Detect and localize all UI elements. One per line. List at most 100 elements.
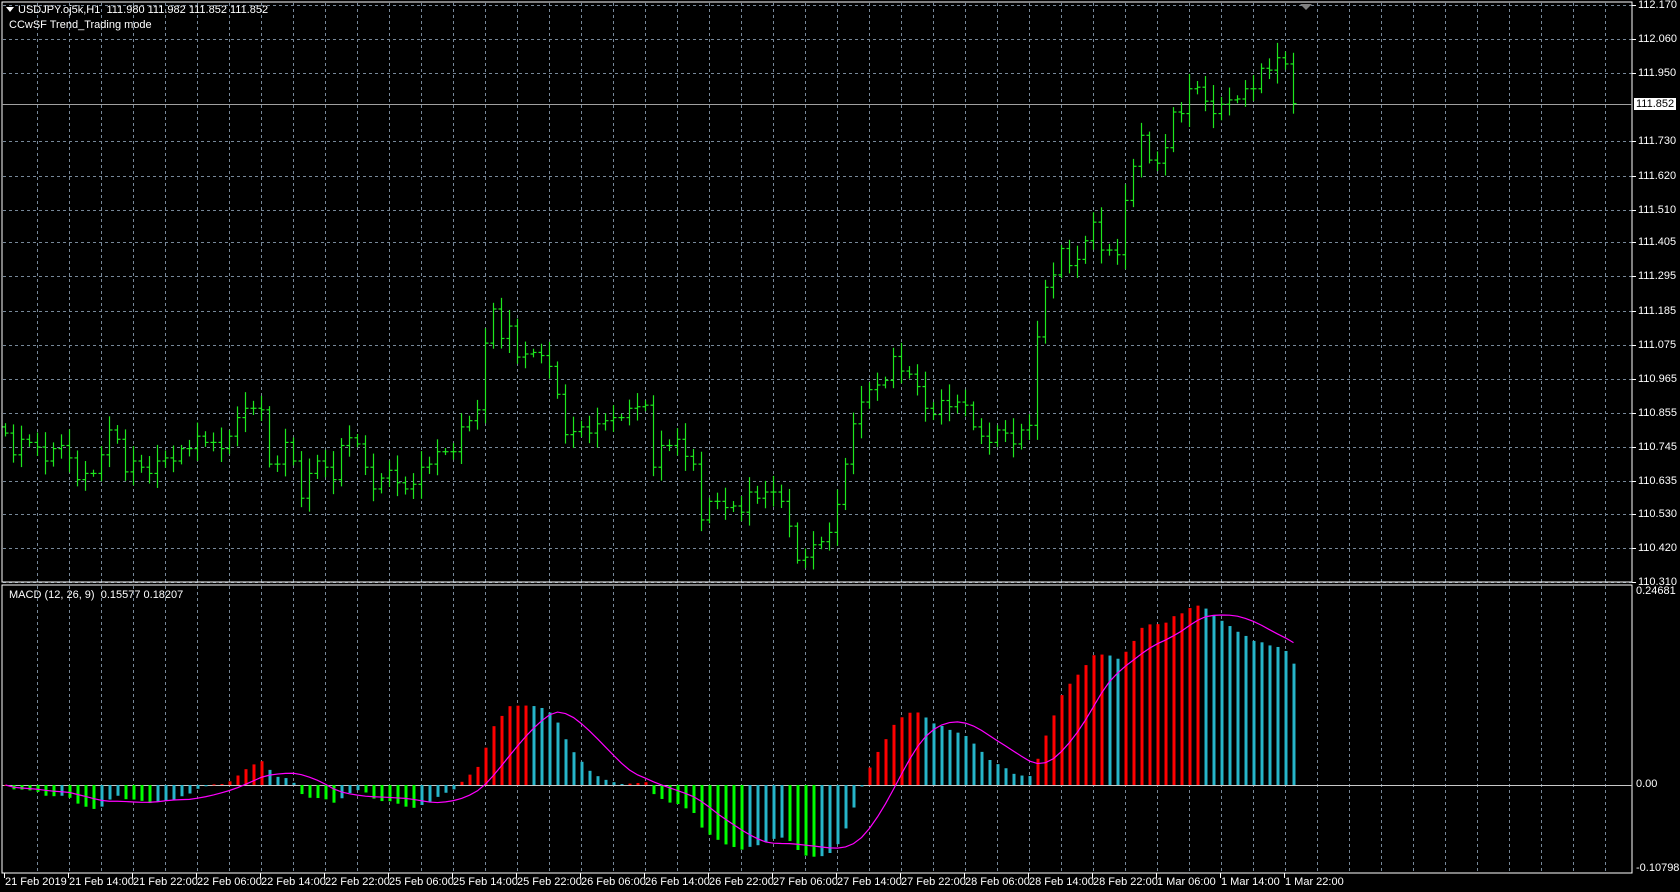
price-bar xyxy=(338,438,345,487)
price-bar xyxy=(938,389,945,425)
price-bar xyxy=(1162,134,1169,176)
macd-histogram-bar xyxy=(228,781,232,785)
price-tick-label: 110.965 xyxy=(1638,372,1677,385)
macd-histogram-bar xyxy=(1092,655,1096,785)
macd-histogram-bar xyxy=(580,761,584,785)
macd-histogram-bar xyxy=(716,785,720,840)
macd-histogram-bar xyxy=(292,782,296,785)
macd-histogram-bar xyxy=(1044,735,1048,785)
macd-histogram-bar xyxy=(204,785,208,787)
macd-histogram-bar xyxy=(628,783,632,785)
price-bar xyxy=(1274,42,1281,84)
macd-histogram-bar xyxy=(788,785,792,842)
time-tick-label: 22 Feb 14:00 xyxy=(261,876,326,888)
macd-histogram-bar xyxy=(396,785,400,804)
price-bar xyxy=(330,451,337,495)
price-bar xyxy=(906,366,913,379)
macd-histogram-bar xyxy=(756,785,760,846)
macd-histogram-bar xyxy=(860,785,864,787)
macd-histogram-bar xyxy=(252,764,256,785)
price-bar xyxy=(794,522,801,564)
macd-histogram-bar xyxy=(892,724,896,785)
axis-ticks xyxy=(4,5,1636,878)
price-bar xyxy=(826,522,833,551)
macd-histogram-bar xyxy=(236,775,240,785)
price-bars xyxy=(2,42,1297,570)
macd-histogram-bar xyxy=(348,785,352,794)
macd-histogram-bar xyxy=(556,722,560,785)
macd-signal-line xyxy=(5,614,1294,849)
symbol-header[interactable]: USDJPY.oj5k,H1 111.980 111.982 111.852 1… xyxy=(6,4,268,16)
price-bar xyxy=(18,425,25,468)
price-bar xyxy=(778,484,785,509)
price-tick-label: 111.405 xyxy=(1638,235,1677,248)
price-bar xyxy=(98,446,105,482)
price-bar xyxy=(418,451,425,499)
time-tick-label: 27 Feb 14:00 xyxy=(837,876,902,888)
price-bar xyxy=(402,476,409,495)
macd-histogram-bar xyxy=(140,785,144,801)
chart-shift-marker-icon[interactable] xyxy=(1300,4,1312,10)
price-bar xyxy=(186,439,193,457)
price-bar xyxy=(1210,85,1217,129)
macd-histogram-bar xyxy=(1020,775,1024,785)
macd-histogram-bar xyxy=(596,776,600,785)
price-bar xyxy=(818,536,825,550)
price-bar xyxy=(226,429,233,455)
time-tick-label: 1 Mar 22:00 xyxy=(1285,876,1344,888)
time-tick-label: 25 Feb 06:00 xyxy=(389,876,454,888)
chart-canvas[interactable] xyxy=(0,0,1680,892)
dropdown-triangle-icon[interactable] xyxy=(6,7,14,12)
price-bar xyxy=(506,309,513,353)
price-bar xyxy=(354,434,361,448)
time-tick-label: 26 Feb 14:00 xyxy=(645,876,710,888)
price-bar xyxy=(1026,414,1033,441)
price-bar xyxy=(1066,239,1073,274)
price-bar xyxy=(1098,207,1105,264)
macd-histogram-bar xyxy=(244,769,248,785)
macd-histogram-bar xyxy=(500,715,504,785)
price-bar xyxy=(786,488,793,538)
price-bar xyxy=(618,413,625,421)
price-tick-label: 111.075 xyxy=(1638,338,1677,351)
macd-histogram-bar xyxy=(1132,640,1136,785)
macd-axis-label: 0.24681 xyxy=(1636,585,1676,597)
price-bar xyxy=(1194,81,1201,95)
macd-header: MACD (12, 26, 9) 0.15577 0.18207 xyxy=(9,589,184,601)
price-bar xyxy=(314,454,321,480)
macd-histogram-bar xyxy=(908,712,912,785)
macd-histogram-bar xyxy=(700,785,704,828)
macd-histogram-bar xyxy=(300,785,304,795)
price-bar xyxy=(674,428,681,456)
price-bar xyxy=(290,437,297,466)
price-bar xyxy=(466,415,473,432)
price-tick-label: 111.620 xyxy=(1638,169,1677,182)
macd-histogram-bar xyxy=(828,785,832,853)
price-bar xyxy=(386,460,393,488)
price-tick-label: 111.730 xyxy=(1638,134,1677,147)
price-bar xyxy=(1234,95,1241,104)
price-bar xyxy=(426,456,433,474)
price-bar xyxy=(394,455,401,497)
macd-histogram-bar xyxy=(932,723,936,785)
price-bar xyxy=(442,447,449,456)
macd-histogram-bar xyxy=(524,705,528,785)
macd-histogram-bar xyxy=(1252,640,1256,785)
price-bar xyxy=(474,399,481,430)
macd-histogram-bar xyxy=(1260,642,1264,785)
price-bar xyxy=(498,297,505,349)
macd-histogram-bar xyxy=(68,785,72,798)
macd-histogram-bar xyxy=(1028,776,1032,785)
macd-histogram-bar xyxy=(1124,651,1128,785)
price-bar xyxy=(1218,96,1225,121)
macd-histogram-bar xyxy=(1236,631,1240,785)
price-bar xyxy=(530,348,537,358)
price-bar xyxy=(1186,73,1193,127)
price-bar xyxy=(890,347,897,389)
macd-histogram-bar xyxy=(172,785,176,800)
macd-histogram-bar xyxy=(652,785,656,795)
price-bar xyxy=(978,418,985,445)
macd-histogram-bar xyxy=(1212,615,1216,785)
macd-histogram-bar xyxy=(732,785,736,848)
price-bar xyxy=(634,393,641,421)
